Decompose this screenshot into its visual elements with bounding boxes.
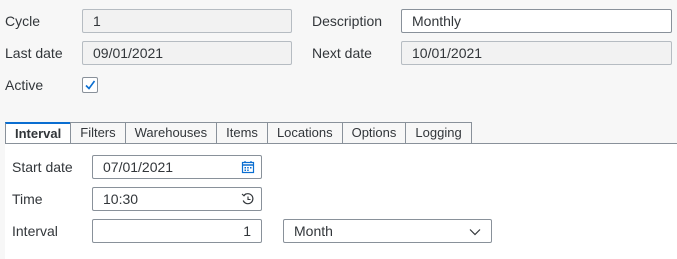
tab-bar: Interval Filters Warehouses Items Locati…: [5, 122, 472, 144]
next-date-field: 10/01/2021: [401, 41, 672, 65]
interval-field[interactable]: 1: [92, 219, 262, 243]
tab-items[interactable]: Items: [216, 122, 267, 144]
start-date-label: Start date: [12, 159, 73, 175]
tab-interval[interactable]: Interval: [5, 122, 71, 144]
chevron-down-icon[interactable]: [469, 226, 481, 238]
time-field[interactable]: 10:30: [92, 187, 262, 211]
tab-options[interactable]: Options: [341, 122, 406, 144]
tab-locations[interactable]: Locations: [266, 122, 342, 144]
time-label: Time: [12, 191, 43, 207]
time-entry-icon[interactable]: [241, 192, 255, 206]
active-label: Active: [5, 77, 44, 93]
last-date-field: 09/01/2021: [82, 41, 292, 65]
checkmark-icon: [85, 80, 96, 90]
description-label: Description: [312, 13, 383, 29]
cycle-label: Cycle: [5, 13, 41, 29]
tab-filters[interactable]: Filters: [70, 122, 125, 144]
description-field[interactable]: Monthly: [401, 9, 672, 33]
calendar-icon[interactable]: [241, 160, 255, 174]
interval-unit-select[interactable]: Month: [283, 219, 492, 243]
next-date-label: Next date: [312, 45, 372, 61]
tab-logging[interactable]: Logging: [405, 122, 472, 144]
time-value: 10:30: [103, 191, 139, 207]
last-date-label: Last date: [5, 45, 63, 61]
start-date-field[interactable]: 07/01/2021: [92, 155, 262, 179]
start-date-value: 07/01/2021: [103, 159, 174, 175]
active-checkbox[interactable]: [82, 77, 98, 93]
tab-warehouses[interactable]: Warehouses: [124, 122, 217, 144]
cycle-field: 1: [82, 9, 292, 33]
interval-unit-value: Month: [294, 223, 333, 239]
interval-label: Interval: [12, 223, 58, 239]
